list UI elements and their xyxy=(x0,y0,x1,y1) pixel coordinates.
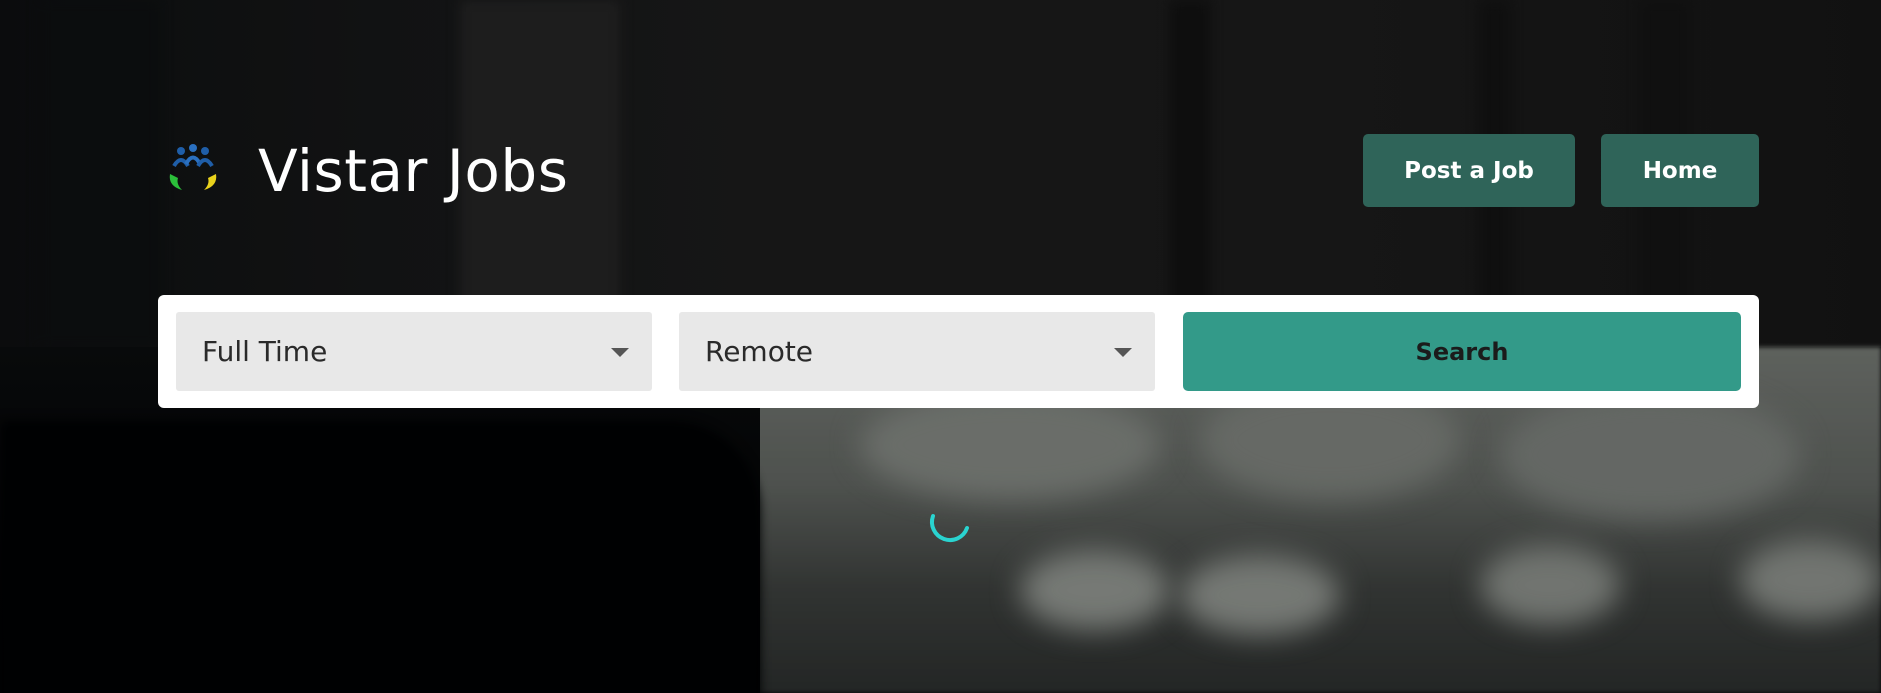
loading-spinner-icon xyxy=(929,514,969,542)
post-job-button[interactable]: Post a Job xyxy=(1363,134,1575,207)
job-type-value: Full Time xyxy=(202,335,328,368)
hero-section: Vistar Jobs Post a Job Home Full Time Re… xyxy=(0,0,1881,693)
location-select[interactable]: Remote xyxy=(679,312,1155,391)
caret-down-icon xyxy=(611,348,629,357)
brand-title: Vistar Jobs xyxy=(258,137,569,205)
brand[interactable]: Vistar Jobs xyxy=(166,136,568,206)
job-type-select[interactable]: Full Time xyxy=(176,312,652,391)
location-value: Remote xyxy=(705,335,814,368)
caret-down-icon xyxy=(1114,348,1132,357)
search-button[interactable]: Search xyxy=(1183,312,1741,391)
people-hands-logo-icon xyxy=(169,144,217,190)
search-panel: Full Time Remote Search xyxy=(158,295,1759,408)
home-button[interactable]: Home xyxy=(1601,134,1759,207)
